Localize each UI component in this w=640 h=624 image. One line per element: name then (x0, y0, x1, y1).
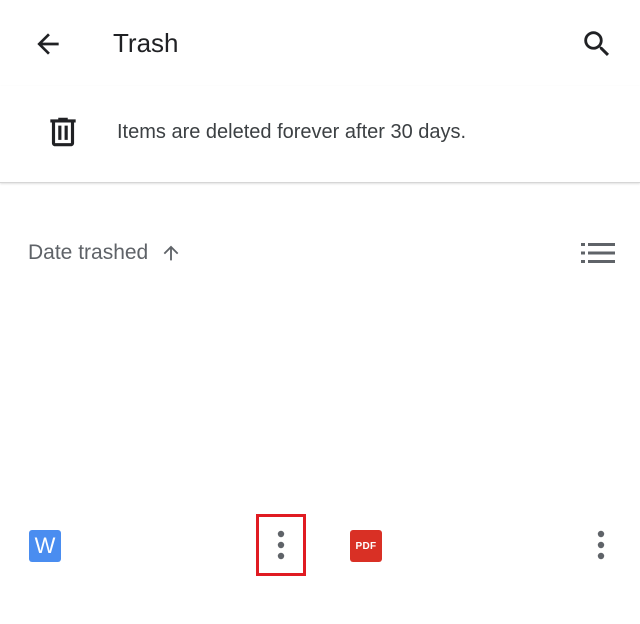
word-file-icon[interactable]: W (29, 530, 61, 562)
search-button[interactable] (572, 20, 622, 68)
file-more-options-button[interactable] (256, 514, 306, 576)
arrow-back-icon (37, 33, 59, 55)
file-more-options-button[interactable] (577, 515, 625, 575)
sort-button[interactable]: Date trashed (28, 236, 182, 270)
arrow-up-icon (160, 241, 182, 265)
more-vert-icon (277, 530, 285, 560)
banner-message: Items are deleted forever after 30 days. (117, 121, 467, 143)
back-button[interactable] (22, 20, 74, 68)
list-view-button[interactable] (578, 236, 618, 270)
pdf-file-icon[interactable]: PDF (350, 530, 382, 562)
more-vert-icon (597, 530, 605, 560)
app-bar (0, 0, 640, 86)
list-view-icon (581, 243, 615, 263)
sort-label: Date trashed (28, 241, 149, 264)
search-icon (584, 31, 610, 57)
trash-can-icon (44, 112, 82, 152)
page-title: Trash (113, 28, 179, 58)
